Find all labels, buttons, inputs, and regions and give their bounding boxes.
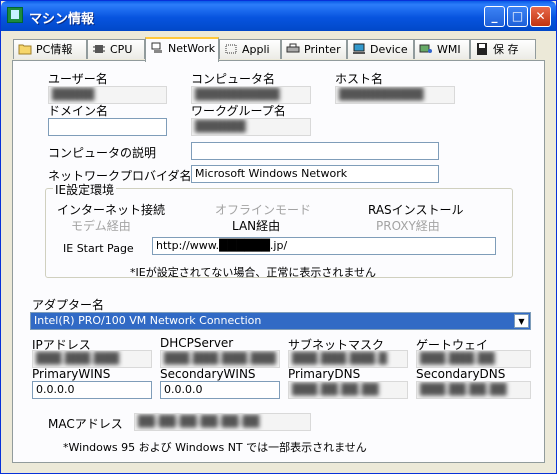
primary-dns-label: PrimaryDNS bbox=[288, 367, 361, 381]
adapter-label: アダプター名 bbox=[32, 298, 105, 312]
offline-mode-label: オフラインモード bbox=[215, 203, 312, 217]
tab-pc-info[interactable]: PC情報 bbox=[13, 39, 87, 59]
chip-icon bbox=[93, 45, 105, 53]
secondary-wins-label: SecondaryWINS bbox=[160, 367, 256, 381]
subnet-field[interactable]: ███.███.███.█ bbox=[288, 350, 408, 368]
via-proxy-label: PROXY経由 bbox=[376, 219, 440, 233]
tab-network[interactable]: NetWork bbox=[145, 37, 219, 62]
os-footnote: *Windows 95 および Windows NT では一部表示されません bbox=[63, 441, 367, 454]
tab-printer[interactable]: Printer bbox=[281, 39, 347, 59]
domain-field[interactable] bbox=[48, 118, 167, 136]
title-bar[interactable]: マシン情報 _ □ ✕ bbox=[1, 1, 556, 31]
mac-label: MACアドレス bbox=[48, 417, 123, 431]
save-icon bbox=[477, 43, 487, 55]
ie-settings-title: IE設定環境 bbox=[53, 181, 117, 198]
workgroup-field[interactable]: ██████ bbox=[191, 118, 311, 136]
appli-icon bbox=[225, 44, 237, 54]
domain-label: ドメイン名 bbox=[48, 104, 109, 118]
tab-wmi[interactable]: WMI bbox=[414, 39, 470, 59]
start-page-field[interactable]: http://www.██████.jp/ bbox=[152, 237, 496, 255]
adapter-select[interactable]: Intel(R) PRO/100 VM Network Connection ▼ bbox=[30, 312, 531, 330]
machine-info-window: マシン情報 _ □ ✕ PC情報 CPU NetWork Appli Print… bbox=[0, 0, 557, 474]
minimize-button[interactable]: _ bbox=[484, 6, 505, 27]
wmi-icon bbox=[419, 44, 432, 53]
secondary-wins-field[interactable]: 0.0.0.0 bbox=[160, 381, 280, 399]
network-icon bbox=[151, 42, 162, 53]
primary-wins-field[interactable]: 0.0.0.0 bbox=[32, 381, 152, 399]
tab-appli[interactable]: Appli bbox=[219, 39, 281, 59]
tab-device[interactable]: Device bbox=[347, 39, 414, 59]
hostname-label: ホスト名 bbox=[335, 72, 384, 86]
computername-label: コンピュータ名 bbox=[191, 72, 276, 86]
provider-field[interactable]: Microsoft Windows Network bbox=[191, 165, 439, 183]
adapter-selected-value: Intel(R) PRO/100 VM Network Connection bbox=[34, 314, 262, 327]
printer-icon bbox=[286, 43, 300, 53]
mac-field[interactable]: ██-██-██-██-██-██ bbox=[134, 413, 311, 431]
primary-wins-label: PrimaryWINS bbox=[32, 367, 111, 381]
gateway-field[interactable]: ███.███.██ bbox=[416, 350, 531, 368]
close-button[interactable]: ✕ bbox=[530, 6, 551, 27]
via-modem-label: モデム経由 bbox=[71, 219, 131, 233]
workgroup-label: ワークグループ名 bbox=[191, 104, 286, 118]
internet-connection-label: インターネット接続 bbox=[57, 203, 166, 217]
hostname-field[interactable]: ██████████ bbox=[335, 86, 455, 104]
maximize-button[interactable]: □ bbox=[507, 6, 528, 27]
ras-install-label: RASインストール bbox=[368, 203, 464, 217]
secondary-dns-field[interactable]: ███.██.██.██ bbox=[416, 381, 531, 399]
ie-note: *IEが設定されてない場合、正常に表示されません bbox=[130, 266, 377, 279]
start-page-label: IE Start Page bbox=[63, 242, 134, 255]
description-label: コンピュータの説明 bbox=[48, 146, 157, 160]
device-icon bbox=[353, 43, 365, 54]
window-title: マシン情報 bbox=[29, 12, 95, 27]
primary-dns-field[interactable]: ███.██.██.██ bbox=[288, 381, 408, 399]
tab-save[interactable]: 保 存 bbox=[470, 39, 536, 59]
chevron-down-icon[interactable]: ▼ bbox=[514, 314, 529, 328]
via-lan-label: LAN経由 bbox=[232, 219, 281, 233]
secondary-dns-label: SecondaryDNS bbox=[416, 367, 506, 381]
app-icon bbox=[7, 7, 23, 23]
username-label: ユーザー名 bbox=[48, 72, 108, 86]
folder-icon bbox=[18, 44, 32, 55]
description-field[interactable] bbox=[191, 142, 439, 160]
ip-field[interactable]: ███.███.███ bbox=[32, 350, 152, 368]
dhcp-label: DHCPServer bbox=[160, 336, 234, 350]
dhcp-field[interactable]: ███.███.███.███ bbox=[160, 350, 280, 368]
tab-cpu[interactable]: CPU bbox=[87, 39, 145, 59]
